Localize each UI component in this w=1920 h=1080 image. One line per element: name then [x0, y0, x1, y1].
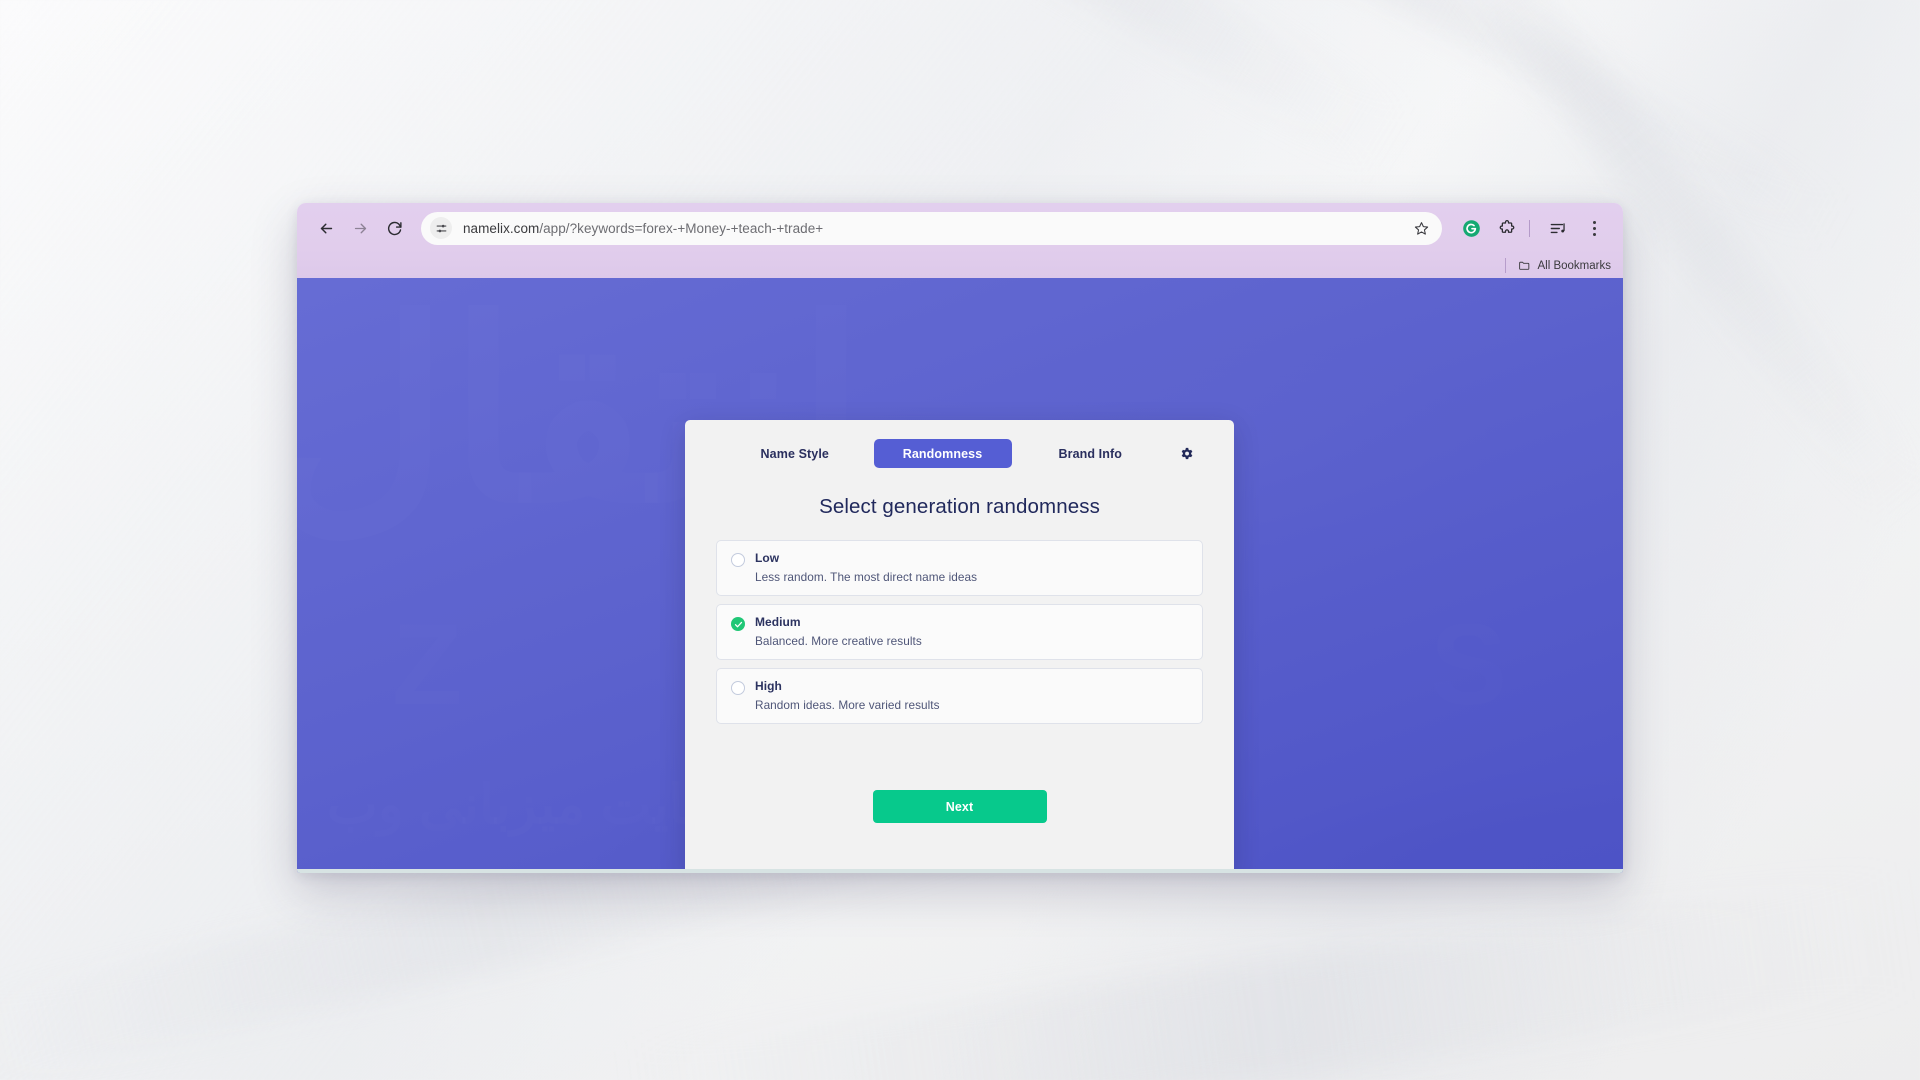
reload-button[interactable] [377, 211, 411, 245]
backdrop-streak [617, 870, 1920, 1080]
option-low-description: Less random. The most direct name ideas [755, 570, 978, 584]
radio-high[interactable] [731, 681, 745, 695]
option-low-label: Low [755, 551, 780, 565]
address-bar[interactable]: namelix.com/app/?keywords=forex-+Money-+… [421, 211, 1442, 245]
next-button[interactable]: Next [872, 790, 1047, 823]
arrow-left-icon [320, 223, 332, 233]
modal-title: Select generation randomness [819, 495, 1100, 518]
modal-footer: Next [716, 790, 1203, 823]
option-medium[interactable]: Medium Balanced. More creative results [716, 604, 1203, 660]
browser-window: namelix.com/app/?keywords=forex-+Money-+… [297, 203, 1623, 873]
tab-name-style[interactable]: Name Style [716, 439, 874, 468]
page-viewport: انتقال Z S سرعت بی نهایت میزبانی وب Name… [297, 278, 1623, 873]
back-button[interactable] [309, 211, 343, 245]
option-high[interactable]: High Random ideas. More varied results [716, 668, 1203, 724]
forward-button[interactable] [343, 211, 377, 245]
settings-button[interactable] [1169, 446, 1203, 461]
option-high-text: High Random ideas. More varied results [755, 679, 940, 712]
kebab-dot [1592, 220, 1596, 224]
modal-spacer [716, 724, 1203, 790]
browser-toolbar: namelix.com/app/?keywords=forex-+Money-+… [297, 203, 1623, 253]
arrow-right-icon [354, 223, 366, 233]
all-bookmarks-button[interactable]: All Bookmarks [1518, 259, 1612, 272]
site-settings-button[interactable] [430, 217, 452, 239]
option-low-text: Low Less random. The most direct name id… [755, 551, 977, 584]
randomness-modal: Name Style Randomness Brand Info Select … [685, 420, 1234, 873]
gear-icon [1181, 447, 1192, 460]
tab-randomness[interactable]: Randomness [873, 439, 1012, 468]
modal-tabs: Name Style Randomness Brand Info [716, 439, 1203, 468]
bookmark-star-button[interactable] [1408, 215, 1434, 241]
option-medium-description: Balanced. More creative results [755, 634, 922, 648]
kebab-dot [1592, 232, 1596, 236]
url-host: namelix.com [463, 220, 540, 236]
grammarly-icon [1462, 219, 1480, 237]
bookmarks-divider [1504, 258, 1506, 273]
option-high-description: Random ideas. More varied results [755, 698, 940, 712]
option-medium-text: Medium Balanced. More creative results [755, 615, 922, 648]
toolbar-divider [1529, 219, 1530, 237]
bookmarks-bar: All Bookmarks [297, 253, 1623, 278]
chrome-menu-button[interactable] [1579, 220, 1609, 236]
grammarly-extension-button[interactable] [1456, 213, 1486, 243]
browser-chrome: namelix.com/app/?keywords=forex-+Money-+… [297, 203, 1623, 278]
check-icon [734, 621, 742, 627]
media-playlist-icon [1550, 222, 1565, 233]
backdrop-streak [606, 0, 1414, 177]
media-control-button[interactable] [1543, 213, 1573, 243]
radio-medium[interactable] [731, 617, 745, 631]
address-bar-url[interactable]: namelix.com/app/?keywords=forex-+Money-+… [463, 221, 1408, 236]
kebab-dot [1592, 226, 1596, 230]
tune-icon [436, 224, 446, 232]
folder-icon [1518, 261, 1529, 270]
option-high-label: High [755, 679, 782, 693]
radio-low[interactable] [731, 553, 745, 567]
star-icon [1414, 221, 1428, 235]
tab-brand-info[interactable]: Brand Info [1012, 439, 1170, 468]
url-path: /app/?keywords=forex-+Money-+teach-+trad… [539, 220, 824, 236]
extensions-puzzle-icon [1499, 220, 1515, 233]
all-bookmarks-label: All Bookmarks [1537, 259, 1612, 272]
window-bottom-edge [297, 869, 1623, 873]
reload-icon [387, 221, 402, 235]
option-medium-label: Medium [755, 615, 801, 629]
extensions-button[interactable] [1492, 213, 1522, 243]
randomness-options: Low Less random. The most direct name id… [716, 540, 1203, 724]
option-low[interactable]: Low Less random. The most direct name id… [716, 540, 1203, 596]
